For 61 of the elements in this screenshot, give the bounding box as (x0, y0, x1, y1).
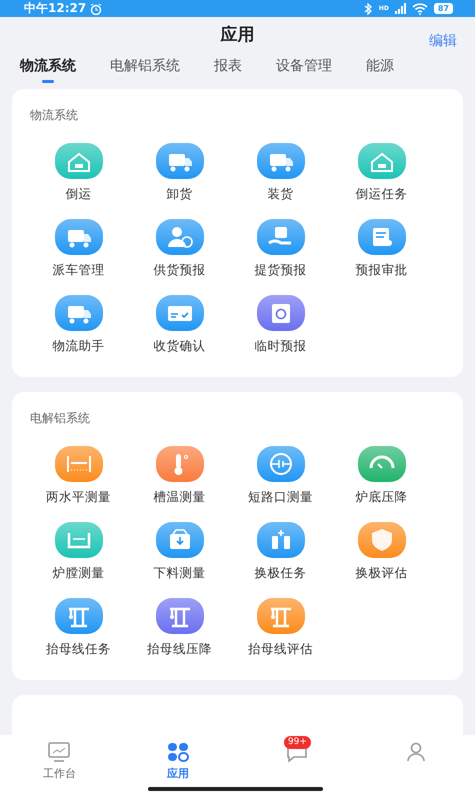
app-label[interactable]: 短路口测量 (248, 488, 313, 506)
hand-icon[interactable] (256, 219, 304, 255)
grid-icon (165, 741, 192, 763)
app-label[interactable]: 装货 (268, 185, 294, 203)
app-label[interactable]: 抬母线评估 (248, 640, 313, 658)
house-icon[interactable] (54, 143, 102, 179)
app-label[interactable]: 炉底压降 (356, 488, 408, 506)
truck-icon[interactable] (156, 143, 204, 179)
section-title: 物流系统 (30, 107, 79, 123)
app-label[interactable]: 两水平测量 (46, 488, 111, 506)
app-label[interactable]: 派车管理 (52, 261, 104, 279)
app-label[interactable]: 倒运任务 (356, 185, 408, 203)
category-tab[interactable]: 电解铝系统 (110, 51, 180, 81)
bottles-icon[interactable] (256, 522, 304, 558)
clipboard-icon[interactable] (256, 295, 304, 331)
app-label[interactable]: 倒运 (66, 185, 92, 203)
count-badge: 99+ (284, 736, 311, 749)
app-label[interactable]: 预报审批 (356, 261, 408, 279)
app-label[interactable]: 物流助手 (52, 337, 104, 355)
crane-icon[interactable] (256, 598, 304, 634)
document-icon[interactable] (358, 219, 406, 255)
house-icon[interactable] (358, 143, 406, 179)
app-label[interactable]: 炉膛测量 (52, 564, 104, 582)
category-tab[interactable]: 物流系统 (20, 51, 76, 81)
battery-level: 87 (434, 3, 453, 14)
section-title: 电解铝系统 (30, 410, 91, 426)
tray-icon[interactable] (54, 522, 102, 558)
clock-time: 中午12:27 (24, 0, 86, 18)
person-icon[interactable] (156, 219, 204, 255)
bluetooth-icon (362, 2, 373, 15)
app-label[interactable]: 临时预报 (254, 337, 306, 355)
category-tab[interactable]: 能源 (366, 51, 394, 81)
page-title: 应用 (220, 24, 254, 46)
category-tab[interactable]: 设备管理 (276, 51, 332, 81)
truck-icon[interactable] (54, 219, 102, 255)
crane-icon[interactable] (54, 598, 102, 634)
app-label[interactable]: 槽温测量 (154, 488, 206, 506)
app-label[interactable]: 换极评估 (356, 564, 408, 582)
app-label[interactable]: 抬母线任务 (46, 640, 111, 658)
app-label[interactable]: 提货预报 (254, 261, 306, 279)
app-label[interactable]: 换极任务 (254, 564, 306, 582)
ruler-icon[interactable] (54, 446, 102, 482)
app-label[interactable]: 收货确认 (154, 337, 206, 355)
category-tab[interactable]: 报表 (214, 51, 242, 81)
monitor-icon (46, 741, 72, 763)
crane-icon[interactable] (156, 598, 204, 634)
gauge-icon[interactable] (358, 446, 406, 482)
app-label[interactable]: 抬母线压降 (147, 640, 212, 658)
truck-icon[interactable] (256, 143, 304, 179)
app-label[interactable]: 下料测量 (154, 564, 206, 582)
shield-icon[interactable] (358, 522, 406, 558)
box-icon[interactable] (156, 522, 204, 558)
app-label[interactable]: 卸货 (166, 185, 192, 203)
wifi-icon (412, 2, 428, 15)
truck-icon[interactable] (54, 295, 102, 331)
signal-icon (394, 3, 406, 14)
alarm-icon (90, 2, 102, 15)
nav-tab[interactable]: 工作台 (0, 735, 119, 795)
card-icon[interactable] (156, 295, 204, 331)
thermometer-icon[interactable] (156, 446, 204, 482)
app-label[interactable]: 供货预报 (154, 261, 206, 279)
